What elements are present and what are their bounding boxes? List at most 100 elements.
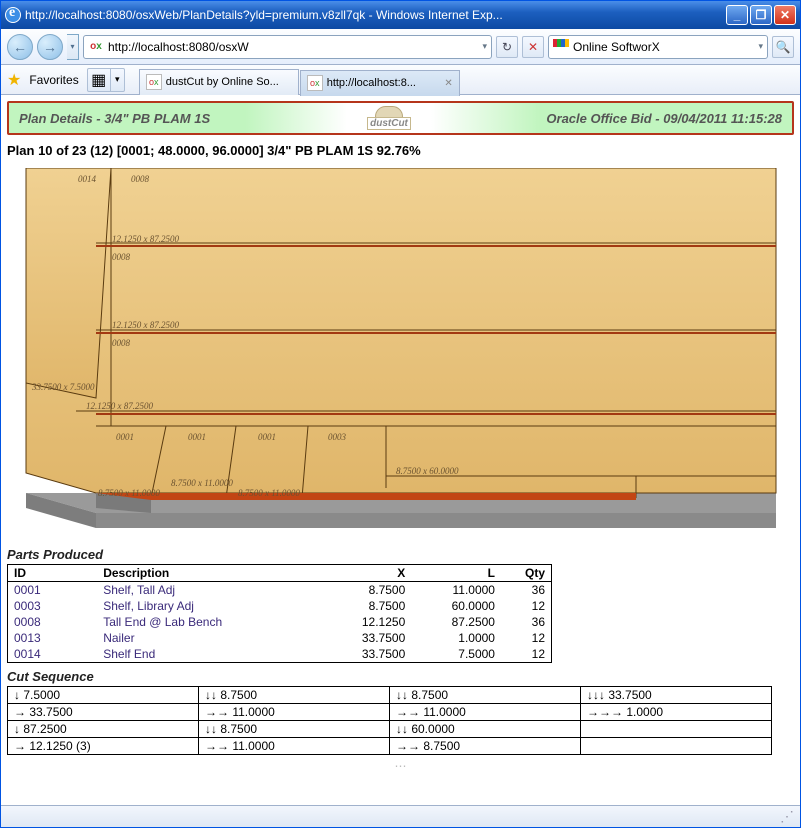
cell-id: 0013 <box>8 630 98 646</box>
cell-l: 87.2500 <box>411 614 501 630</box>
search-provider-icon <box>553 39 569 55</box>
tab-label: dustCut by Online So... <box>166 76 292 88</box>
header-left: Plan Details - 3/4" PB PLAM 1S <box>9 103 347 133</box>
cell-l: 60.0000 <box>411 598 501 614</box>
url-input[interactable] <box>108 40 478 54</box>
cell-id: 0008 <box>8 614 98 630</box>
parts-section-title: Parts Produced <box>7 547 794 562</box>
col-l: L <box>411 565 501 582</box>
diag-bot-id-0: 0001 <box>116 432 134 442</box>
page-header-bar: Plan Details - 3/4" PB PLAM 1S dustCut O… <box>7 101 794 135</box>
cut-cell: ↓↓ 60.0000 <box>390 721 581 738</box>
cell-qty: 12 <box>501 630 552 646</box>
cell-id: 0001 <box>8 582 98 599</box>
cell-qty: 12 <box>501 646 552 663</box>
table-row: 0003Shelf, Library Adj8.750060.000012 <box>8 598 552 614</box>
diag-dim-left: 33.7500 x 7.5000 <box>31 382 95 392</box>
url-dropdown-icon[interactable]: ▾ <box>482 41 487 52</box>
cell-desc: Shelf, Library Adj <box>97 598 321 614</box>
col-x: X <box>322 565 412 582</box>
cell-x: 33.7500 <box>322 630 412 646</box>
diag-id-0008-a: 0008 <box>131 174 150 184</box>
quick-tabs-dropdown[interactable]: ▾ <box>110 69 124 91</box>
resize-grip-icon[interactable]: ⋰ <box>780 808 792 825</box>
titlebar: http://localhost:8080/osxWeb/PlanDetails… <box>1 1 800 29</box>
close-button[interactable]: ✕ <box>774 5 796 25</box>
navigation-bar: ← → ▾ ox ▾ ↻ ✕ ▾ 🔍 <box>1 29 800 65</box>
table-row: → 33.7500→→ 11.0000→→ 11.0000→→→ 1.0000 <box>8 704 772 721</box>
favorites-bar: ★ Favorites ▦ ▾ ox dustCut by Online So.… <box>1 65 800 95</box>
cut-cell <box>581 738 772 755</box>
nav-history-dropdown[interactable]: ▾ <box>67 34 79 60</box>
cut-cell: →→ 8.7500 <box>390 738 581 755</box>
cut-cell: ↓ 7.5000 <box>8 687 199 704</box>
cut-cell: → 12.1250 (3) <box>8 738 199 755</box>
cut-plan-diagram: 0014 33.7500 x 7.5000 0008 12.1250 x 87.… <box>16 168 786 533</box>
diag-bot-dim-r: 8.7500 x 60.0000 <box>396 466 459 476</box>
application-window: http://localhost:8080/osxWeb/PlanDetails… <box>0 0 801 828</box>
table-row: 0008Tall End @ Lab Bench12.125087.250036 <box>8 614 552 630</box>
tab-close-icon[interactable]: ✕ <box>444 78 452 89</box>
minimize-button[interactable]: _ <box>726 5 748 25</box>
table-row: 0013Nailer33.75001.000012 <box>8 630 552 646</box>
tab-dustcut[interactable]: ox dustCut by Online So... <box>139 69 299 95</box>
cell-l: 7.5000 <box>411 646 501 663</box>
cell-l: 1.0000 <box>411 630 501 646</box>
refresh-button[interactable]: ↻ <box>496 36 518 58</box>
cell-desc: Nailer <box>97 630 321 646</box>
address-bar[interactable]: ox ▾ <box>83 35 492 59</box>
back-button[interactable]: ← <box>7 34 33 60</box>
cut-cell: →→ 11.0000 <box>199 738 390 755</box>
scroll-indicator: ⋯ <box>7 759 794 773</box>
cell-desc: Shelf End <box>97 646 321 663</box>
cut-sequence-table: ↓ 7.5000↓↓ 8.7500↓↓ 8.7500↓↓↓ 33.7500→ 3… <box>7 686 772 755</box>
cut-cell: ↓↓ 8.7500 <box>199 687 390 704</box>
search-go-button[interactable]: 🔍 <box>772 36 794 58</box>
cell-x: 8.7500 <box>322 582 412 599</box>
quick-tabs-button[interactable]: ▦ ▾ <box>87 68 125 92</box>
maximize-button[interactable]: ❐ <box>750 5 772 25</box>
table-row: ↓ 7.5000↓↓ 8.7500↓↓ 8.7500↓↓↓ 33.7500 <box>8 687 772 704</box>
tab-label: http://localhost:8... <box>327 77 441 89</box>
search-dropdown-icon[interactable]: ▾ <box>758 41 763 52</box>
tab-favicon: ox <box>307 75 323 91</box>
table-row: 0001Shelf, Tall Adj8.750011.000036 <box>8 582 552 599</box>
cell-qty: 12 <box>501 598 552 614</box>
header-right: Oracle Office Bid - 09/04/2011 11:15:28 <box>431 103 792 133</box>
forward-button[interactable]: → <box>37 34 63 60</box>
site-favicon: ox <box>88 39 104 55</box>
favorites-label[interactable]: Favorites <box>29 73 78 87</box>
diag-dim-2: 12.1250 x 87.2500 <box>112 320 179 330</box>
favorites-star-icon[interactable]: ★ <box>7 70 21 90</box>
diag-dim-3: 12.1250 x 87.2500 <box>86 401 153 411</box>
ie-icon <box>5 7 21 23</box>
cell-desc: Shelf, Tall Adj <box>97 582 321 599</box>
stop-button[interactable]: ✕ <box>522 36 544 58</box>
cut-cell: →→ 11.0000 <box>199 704 390 721</box>
cell-id: 0014 <box>8 646 98 663</box>
tab-plandetails[interactable]: ox http://localhost:8... ✕ <box>300 70 460 96</box>
diag-bot-id-2: 0001 <box>258 432 276 442</box>
quick-tabs-icon: ▦ <box>88 69 110 91</box>
search-input[interactable] <box>573 40 754 54</box>
diag-id-0008-b: 0008 <box>112 252 131 262</box>
diag-bot-id-3: 0003 <box>328 432 347 442</box>
cut-cell: ↓ 87.2500 <box>8 721 199 738</box>
search-bar[interactable]: ▾ <box>548 35 768 59</box>
cell-x: 12.1250 <box>322 614 412 630</box>
window-title: http://localhost:8080/osxWeb/PlanDetails… <box>25 8 726 22</box>
header-logo: dustCut <box>347 103 431 133</box>
cut-cell: →→ 11.0000 <box>390 704 581 721</box>
col-id: ID <box>8 565 98 582</box>
diag-bot-id-1: 0001 <box>188 432 206 442</box>
cell-qty: 36 <box>501 582 552 599</box>
cut-cell: →→→ 1.0000 <box>581 704 772 721</box>
cut-cell <box>581 721 772 738</box>
diag-bot-dim-2: 8.7500 x 11.0000 <box>238 488 300 498</box>
diag-id-0014: 0014 <box>78 174 97 184</box>
diag-bot-dim-1: 8.7500 x 11.0000 <box>171 478 233 488</box>
table-row: ↓ 87.2500↓↓ 8.7500↓↓ 60.0000 <box>8 721 772 738</box>
cut-cell: → 33.7500 <box>8 704 199 721</box>
logo-text: dustCut <box>367 117 411 130</box>
cell-l: 11.0000 <box>411 582 501 599</box>
